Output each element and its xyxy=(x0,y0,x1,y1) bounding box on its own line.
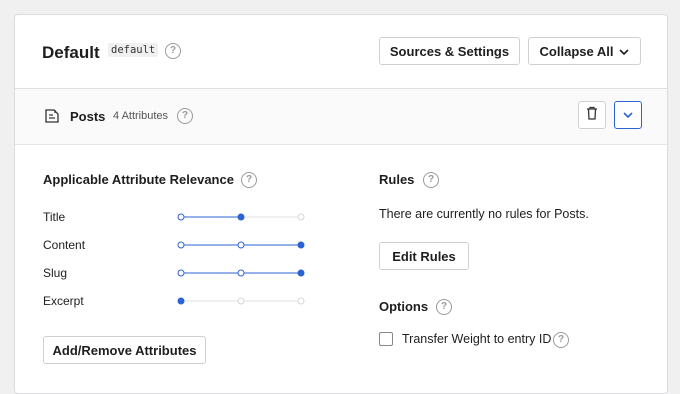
question-circle-icon[interactable]: ? xyxy=(165,43,181,59)
question-circle-icon[interactable]: ? xyxy=(436,299,452,315)
question-circle-icon[interactable]: ? xyxy=(241,172,257,188)
relevance-slider[interactable] xyxy=(175,239,309,251)
slider-step-dot xyxy=(237,269,245,277)
relevance-heading: Applicable Attribute Relevance xyxy=(43,172,234,187)
slider-thumb xyxy=(297,269,305,277)
relevance-slider[interactable] xyxy=(175,295,309,307)
slider-thumb xyxy=(237,213,245,221)
engine-title: Default xyxy=(42,43,100,62)
relevance-slider[interactable] xyxy=(175,267,309,279)
engine-slug-badge: default xyxy=(108,43,159,57)
question-circle-icon[interactable]: ? xyxy=(553,332,569,348)
collapse-all-label: Collapse All xyxy=(539,43,614,59)
rules-empty-text: There are currently no rules for Posts. xyxy=(379,207,589,221)
transfer-weight-checkbox[interactable] xyxy=(379,332,393,346)
slider-step-dot xyxy=(177,241,185,249)
delete-source-button[interactable] xyxy=(578,101,606,129)
edit-rules-label: Edit Rules xyxy=(392,248,456,264)
attribute-count: 4 Attributes xyxy=(113,110,169,122)
attribute-label: Slug xyxy=(43,266,68,280)
rules-heading: Rules xyxy=(379,172,415,187)
slider-step-dot xyxy=(297,297,305,305)
sources-settings-label: Sources & Settings xyxy=(389,43,510,59)
question-circle-icon[interactable]: ? xyxy=(423,172,439,188)
chevron-down-icon xyxy=(623,106,633,124)
post-document-icon xyxy=(44,108,60,129)
transfer-weight-label: Transfer Weight to entry ID xyxy=(402,332,552,346)
options-heading: Options xyxy=(379,299,429,314)
section-title: Posts xyxy=(70,109,106,124)
attribute-label: Title xyxy=(43,210,66,224)
edit-rules-button[interactable]: Edit Rules xyxy=(379,242,469,270)
slider-step-dot xyxy=(237,297,245,305)
slider-thumb xyxy=(177,297,185,305)
question-circle-icon[interactable]: ? xyxy=(177,108,193,124)
sources-settings-button[interactable]: Sources & Settings xyxy=(379,37,520,65)
slider-step-dot xyxy=(177,213,185,221)
slider-step-dot xyxy=(297,213,305,221)
add-remove-attributes-label: Add/Remove Attributes xyxy=(52,342,197,358)
trash-icon xyxy=(586,106,598,125)
slider-step-dot xyxy=(237,241,245,249)
slider-thumb xyxy=(297,241,305,249)
collapse-all-button[interactable]: Collapse All xyxy=(528,37,641,65)
chevron-down-icon xyxy=(619,44,630,59)
relevance-slider[interactable] xyxy=(175,211,309,223)
attribute-label: Excerpt xyxy=(43,294,84,308)
engine-card: Default default ? Sources & Settings Col… xyxy=(14,14,668,394)
attribute-label: Content xyxy=(43,238,86,252)
add-remove-attributes-button[interactable]: Add/Remove Attributes xyxy=(43,336,206,364)
collapse-source-button[interactable] xyxy=(614,101,642,129)
slider-step-dot xyxy=(177,269,185,277)
